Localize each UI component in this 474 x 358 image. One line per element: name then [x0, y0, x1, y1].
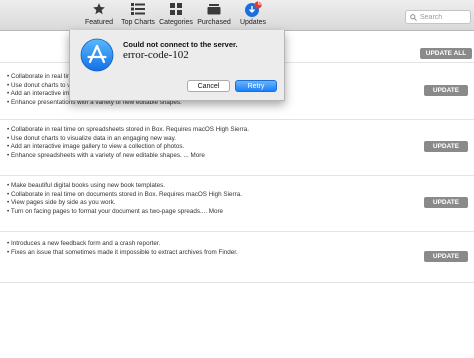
- update-row: • Introduces a new feedback form and a c…: [0, 232, 474, 283]
- search-icon: [410, 8, 417, 26]
- updates-badge: 6: [258, 1, 261, 7]
- grid-icon: [170, 0, 182, 18]
- update-row: • Collaborate in real time on spreadshee…: [0, 120, 474, 176]
- note-line: • Add an interactive image gallery to vi…: [7, 143, 185, 151]
- note-line: • Collaborate in real time on documents …: [7, 190, 242, 198]
- update-notes: • Collaborate in real time on spreadshee…: [7, 126, 249, 160]
- toolbar: Featured Top Charts Categories Purchased…: [0, 0, 474, 31]
- tab-purchased[interactable]: Purchased: [197, 0, 231, 31]
- cancel-button[interactable]: Cancel: [187, 80, 230, 92]
- update-all-button[interactable]: UPDATE ALL: [420, 48, 472, 59]
- update-row: • Make beautiful digital books using new…: [0, 176, 474, 232]
- note-line: • Use donut charts to visualize data in …: [7, 134, 177, 142]
- error-code: error-code-102: [123, 49, 189, 61]
- search-input[interactable]: [420, 13, 470, 21]
- note-line: • Enhance spreadsheets with a variety of…: [7, 151, 205, 159]
- tab-updates-label: Updates: [239, 19, 267, 26]
- retry-button[interactable]: Retry: [235, 80, 277, 92]
- purchased-icon: [207, 0, 221, 18]
- app-store-icon: [80, 38, 114, 72]
- dialog-title: Could not connect to the server.: [123, 40, 238, 49]
- tab-categories[interactable]: Categories: [159, 0, 193, 31]
- tab-featured[interactable]: Featured: [84, 0, 114, 31]
- update-notes: • Make beautiful digital books using new…: [7, 182, 242, 216]
- tab-top-charts[interactable]: Top Charts: [120, 0, 156, 31]
- error-dialog: Could not connect to the server. error-c…: [69, 30, 285, 101]
- update-button[interactable]: UPDATE: [424, 141, 468, 152]
- tab-featured-label: Featured: [84, 19, 114, 26]
- star-icon: [92, 0, 106, 18]
- update-button[interactable]: UPDATE: [424, 197, 468, 208]
- search-field[interactable]: [405, 10, 471, 24]
- tab-top-charts-label: Top Charts: [121, 19, 155, 26]
- tab-updates[interactable]: 6 Updates: [238, 0, 268, 31]
- list-icon: [131, 0, 145, 18]
- note-line: • View pages side by side as you work.: [7, 199, 116, 207]
- note-line: • Introduces a new feedback form and a c…: [7, 240, 161, 247]
- tab-categories-label: Categories: [159, 19, 193, 26]
- note-line: • Collaborate in real time on spreadshee…: [7, 126, 249, 133]
- update-notes: • Introduces a new feedback form and a c…: [7, 240, 238, 257]
- note-line: • Turn on facing pages to format your do…: [7, 207, 224, 215]
- update-button[interactable]: UPDATE: [424, 251, 468, 262]
- note-line: • Fixes an issue that sometimes made it …: [7, 248, 238, 256]
- note-line: • Make beautiful digital books using new…: [7, 182, 165, 189]
- update-button[interactable]: UPDATE: [424, 85, 468, 96]
- tab-purchased-label: Purchased: [197, 19, 231, 26]
